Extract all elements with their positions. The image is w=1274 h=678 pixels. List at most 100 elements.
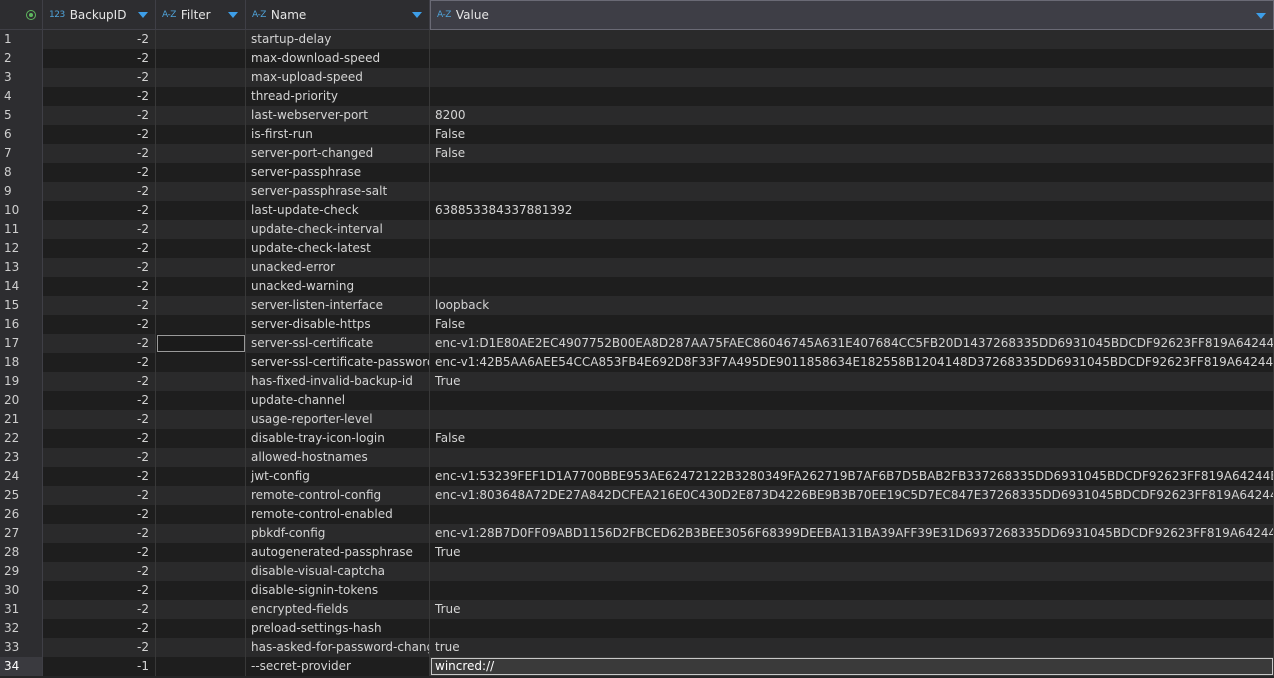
cell-backupid[interactable]: -2 xyxy=(43,296,156,315)
row-number[interactable]: 7 xyxy=(0,144,43,163)
cell-value[interactable]: False xyxy=(430,144,1274,163)
cell-name[interactable]: update-channel xyxy=(246,391,430,410)
cell-value[interactable] xyxy=(430,562,1274,581)
cell-filter[interactable] xyxy=(156,562,246,581)
table-row[interactable]: 25 -2 remote-control-config enc-v1:803648A7… xyxy=(0,486,1274,505)
table-row[interactable]: 20 -2 update-channel xyxy=(0,391,1274,410)
row-number[interactable]: 8 xyxy=(0,163,43,182)
cell-backupid[interactable]: -2 xyxy=(43,581,156,600)
table-row[interactable]: 29 -2 disable-visual-captcha xyxy=(0,562,1274,581)
cell-value[interactable]: 638853384337881392 xyxy=(430,201,1274,220)
table-row[interactable]: 5 -2 last-webserver-port 8200 xyxy=(0,106,1274,125)
cell-name[interactable]: unacked-warning xyxy=(246,277,430,296)
cell-filter[interactable] xyxy=(156,144,246,163)
table-row[interactable]: 9 -2 server-passphrase-salt xyxy=(0,182,1274,201)
table-row[interactable]: 7 -2 server-port-changed False xyxy=(0,144,1274,163)
table-row[interactable]: 16 -2 server-disable-https False xyxy=(0,315,1274,334)
column-header-backupid[interactable]: 123 BackupID xyxy=(43,0,156,30)
cell-backupid[interactable]: -2 xyxy=(43,87,156,106)
cell-backupid[interactable]: -2 xyxy=(43,182,156,201)
table-row[interactable]: 1 -2 startup-delay xyxy=(0,30,1274,49)
column-header-name[interactable]: A-Z Name xyxy=(246,0,430,30)
table-row[interactable]: 34 -1 --secret-provider wincred:// xyxy=(0,657,1274,676)
cell-name[interactable]: disable-signin-tokens xyxy=(246,581,430,600)
table-row[interactable]: 27 -2 pbkdf-config enc-v1:28B7D0FF09ABD1156… xyxy=(0,524,1274,543)
cell-value[interactable] xyxy=(430,258,1274,277)
cell-name[interactable]: startup-delay xyxy=(246,30,430,49)
cell-value[interactable]: False xyxy=(430,315,1274,334)
select-all-corner[interactable] xyxy=(0,0,43,30)
table-row[interactable]: 6 -2 is-first-run False xyxy=(0,125,1274,144)
dropdown-arrow-icon[interactable] xyxy=(1256,13,1266,19)
cell-backupid[interactable]: -2 xyxy=(43,619,156,638)
cell-backupid[interactable]: -2 xyxy=(43,334,156,353)
cell-backupid[interactable]: -2 xyxy=(43,315,156,334)
cell-name[interactable]: disable-visual-captcha xyxy=(246,562,430,581)
cell-backupid[interactable]: -2 xyxy=(43,277,156,296)
cell-filter[interactable] xyxy=(156,277,246,296)
cell-filter[interactable] xyxy=(156,87,246,106)
row-number[interactable]: 10 xyxy=(0,201,43,220)
cell-filter[interactable] xyxy=(156,125,246,144)
cell-value[interactable] xyxy=(430,391,1274,410)
row-number[interactable]: 17 xyxy=(0,334,43,353)
row-number[interactable]: 13 xyxy=(0,258,43,277)
cell-backupid[interactable]: -2 xyxy=(43,49,156,68)
cell-value[interactable]: loopback xyxy=(430,296,1274,315)
cell-value[interactable] xyxy=(430,277,1274,296)
cell-name[interactable]: jwt-config xyxy=(246,467,430,486)
table-row[interactable]: 31 -2 encrypted-fields True xyxy=(0,600,1274,619)
table-row[interactable]: 8 -2 server-passphrase xyxy=(0,163,1274,182)
cell-backupid[interactable]: -2 xyxy=(43,429,156,448)
table-row[interactable]: 21 -2 usage-reporter-level xyxy=(0,410,1274,429)
cell-value[interactable]: true xyxy=(430,638,1274,657)
cell-filter[interactable] xyxy=(156,410,246,429)
row-number[interactable]: 32 xyxy=(0,619,43,638)
row-number[interactable]: 26 xyxy=(0,505,43,524)
row-number[interactable]: 24 xyxy=(0,467,43,486)
table-row[interactable]: 33 -2 has-asked-for-password-change true xyxy=(0,638,1274,657)
table-row[interactable]: 4 -2 thread-priority xyxy=(0,87,1274,106)
cell-backupid[interactable]: -2 xyxy=(43,201,156,220)
cell-filter[interactable] xyxy=(156,163,246,182)
table-row[interactable]: 14 -2 unacked-warning xyxy=(0,277,1274,296)
table-row[interactable]: 3 -2 max-upload-speed xyxy=(0,68,1274,87)
cell-filter[interactable] xyxy=(156,49,246,68)
cell-backupid[interactable]: -2 xyxy=(43,467,156,486)
cell-value[interactable] xyxy=(430,49,1274,68)
cell-value[interactable]: True xyxy=(430,600,1274,619)
dropdown-arrow-icon[interactable] xyxy=(228,12,238,18)
cell-filter[interactable] xyxy=(156,581,246,600)
cell-filter[interactable] xyxy=(156,106,246,125)
table-row[interactable]: 17 -2 server-ssl-certificate enc-v1:D1E80AE… xyxy=(0,334,1274,353)
table-row[interactable]: 22 -2 disable-tray-icon-login False xyxy=(0,429,1274,448)
row-number[interactable]: 29 xyxy=(0,562,43,581)
row-number[interactable]: 21 xyxy=(0,410,43,429)
row-number[interactable]: 20 xyxy=(0,391,43,410)
cell-backupid[interactable]: -2 xyxy=(43,220,156,239)
cell-name[interactable]: encrypted-fields xyxy=(246,600,430,619)
cell-value[interactable]: enc-v1:28B7D0FF09ABD1156D2FBCED62B3BEE30… xyxy=(430,524,1274,543)
cell-backupid[interactable]: -2 xyxy=(43,239,156,258)
cell-name[interactable]: server-disable-https xyxy=(246,315,430,334)
row-number[interactable]: 23 xyxy=(0,448,43,467)
cell-name[interactable]: preload-settings-hash xyxy=(246,619,430,638)
cell-value[interactable] xyxy=(430,505,1274,524)
row-number[interactable]: 30 xyxy=(0,581,43,600)
cell-backupid[interactable]: -2 xyxy=(43,106,156,125)
row-number[interactable]: 9 xyxy=(0,182,43,201)
row-number[interactable]: 22 xyxy=(0,429,43,448)
cell-value[interactable] xyxy=(430,68,1274,87)
cell-name[interactable]: update-check-latest xyxy=(246,239,430,258)
cell-filter[interactable] xyxy=(156,201,246,220)
cell-backupid[interactable]: -2 xyxy=(43,600,156,619)
table-row[interactable]: 12 -2 update-check-latest xyxy=(0,239,1274,258)
row-number[interactable]: 3 xyxy=(0,68,43,87)
cell-backupid[interactable]: -2 xyxy=(43,258,156,277)
row-number[interactable]: 27 xyxy=(0,524,43,543)
cell-value[interactable]: True xyxy=(430,543,1274,562)
cell-value[interactable] xyxy=(430,448,1274,467)
cell-name[interactable]: --secret-provider xyxy=(246,657,430,676)
cell-value[interactable]: 8200 xyxy=(430,106,1274,125)
cell-filter[interactable] xyxy=(156,315,246,334)
